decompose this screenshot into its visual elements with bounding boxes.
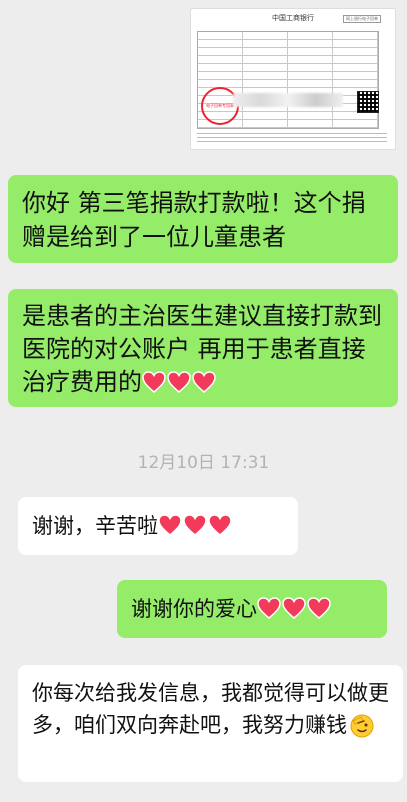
chat-bubble-outgoing[interactable]: 是患者的主治医生建议直接打款到医院的对公账户 再用于患者直接治疗费用的 bbox=[8, 289, 398, 407]
heart-emoji-icon bbox=[142, 371, 166, 393]
chat-bubble-outgoing[interactable]: 你好 第三笔捐款打款啦！这个捐赠是给到了一位儿童患者 bbox=[8, 175, 398, 263]
message-text: 你好 第三笔捐款打款啦！这个捐赠是给到了一位儿童患者 bbox=[22, 189, 366, 251]
message-text: 谢谢你的爱心 bbox=[131, 597, 257, 621]
bank-receipt-image[interactable]: 中国工商银行 网上银行电子回单 电子回单专用章 bbox=[190, 8, 396, 150]
chat-bubble-outgoing[interactable]: 谢谢你的爱心 bbox=[117, 580, 387, 638]
receipt-qr-code bbox=[357, 91, 379, 113]
message-text: 你每次给我发信息，我都觉得可以做更多，咱们双向奔赴吧，我努力赚钱 bbox=[32, 681, 389, 737]
hearts-group bbox=[158, 514, 233, 544]
heart-emoji-icon bbox=[307, 597, 331, 619]
chat-bubble-incoming[interactable]: 谢谢，辛苦啦 bbox=[18, 497, 298, 555]
chat-timestamp: 12月10日 17:31 bbox=[137, 453, 270, 473]
heart-emoji-icon bbox=[183, 514, 207, 536]
heart-emoji-icon bbox=[282, 597, 306, 619]
heart-emoji-icon bbox=[208, 514, 232, 536]
hearts-group bbox=[142, 369, 217, 402]
saluting-face-emoji-icon bbox=[350, 714, 374, 738]
heart-emoji-icon bbox=[158, 514, 182, 536]
hearts-group bbox=[257, 597, 332, 627]
receipt-badge: 网上银行电子回单 bbox=[343, 15, 381, 23]
heart-emoji-icon bbox=[192, 371, 216, 393]
message-text: 谢谢，辛苦啦 bbox=[32, 514, 158, 538]
receipt-redacted-area bbox=[233, 93, 343, 107]
heart-emoji-icon bbox=[257, 597, 281, 619]
receipt-footer-text bbox=[197, 133, 387, 145]
chat-bubble-incoming[interactable]: 你每次给我发信息，我都觉得可以做更多，咱们双向奔赴吧，我努力赚钱 bbox=[18, 665, 403, 782]
heart-emoji-icon bbox=[167, 371, 191, 393]
